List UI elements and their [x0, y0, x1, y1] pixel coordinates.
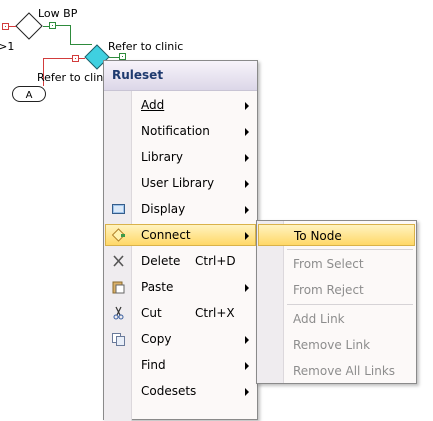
submenu-arrow-icon: [245, 232, 249, 240]
submenu-arrow-icon: [245, 362, 249, 370]
edge-label-refer-to-clinic: Refer to clinic: [37, 71, 113, 84]
copy-icon: [112, 333, 125, 346]
submenu-separator: [287, 304, 413, 305]
connector-line: [79, 58, 85, 59]
terminal-node-label: A: [25, 90, 33, 101]
submenu-item-from-select[interactable]: From Select: [258, 253, 415, 275]
menu-item-label: Cut: [141, 306, 162, 320]
submenu-item-label: Add Link: [293, 312, 345, 326]
submenu-item-label: Remove All Links: [293, 364, 396, 378]
node-label-refer-to-clinic: Refer to clinic: [108, 40, 184, 53]
select-port[interactable]: [119, 53, 126, 60]
menu-item-label: Delete: [141, 254, 181, 268]
reject-port[interactable]: [72, 55, 79, 62]
submenu-arrow-icon: [245, 284, 249, 292]
submenu-item-from-reject[interactable]: From Reject: [258, 279, 415, 301]
submenu-item-remove-link[interactable]: Remove Link: [258, 334, 415, 356]
submenu-item-remove-all-links[interactable]: Remove All Links: [258, 360, 415, 382]
menu-item-label: Library: [141, 150, 183, 164]
menu-item-add[interactable]: Add: [105, 94, 256, 116]
menu-item-user-library[interactable]: User Library: [105, 172, 256, 194]
node-label-low-bp: Low BP: [38, 7, 78, 20]
menu-item-delete[interactable]: Delete Ctrl+D: [105, 250, 256, 272]
submenu-arrow-icon: [245, 128, 249, 136]
submenu-item-label: To Node: [294, 229, 342, 243]
connector-line: [109, 57, 119, 58]
ruleset-context-menu[interactable]: Ruleset Add Notification Library User Li…: [103, 60, 258, 421]
edge-label-p-gt-1: P >1: [0, 40, 15, 53]
menu-item-label: Paste: [141, 280, 174, 294]
submenu-arrow-icon: [245, 388, 249, 396]
connect-submenu[interactable]: To Node From Select From Reject Add Link…: [256, 220, 417, 384]
menu-item-label: Display: [141, 202, 186, 216]
menu-item-shortcut: Ctrl+D: [195, 254, 236, 268]
menu-item-label: User Library: [141, 176, 215, 190]
menu-item-connect[interactable]: Connect: [105, 224, 256, 246]
terminal-node-a[interactable]: A: [12, 86, 46, 102]
submenu-item-label: From Select: [293, 257, 364, 271]
connect-icon: [111, 228, 126, 242]
submenu-separator: [287, 249, 413, 250]
menu-item-paste[interactable]: Paste: [105, 276, 256, 298]
connector-line: [43, 26, 49, 27]
connector-line: [8, 26, 16, 27]
submenu-arrow-icon: [245, 336, 249, 344]
menu-item-display[interactable]: Display: [105, 198, 256, 220]
submenu-arrow-icon: [245, 154, 249, 162]
menu-item-label: Codesets: [141, 384, 197, 398]
paste-icon: [112, 281, 125, 294]
menu-header-title: Ruleset: [112, 68, 164, 82]
connector-line: [43, 58, 73, 59]
menu-item-label: Connect: [141, 228, 191, 242]
menu-item-label: Copy: [141, 332, 172, 346]
menu-item-library[interactable]: Library: [105, 146, 256, 168]
connector-line: [56, 25, 70, 26]
submenu-arrow-icon: [245, 102, 249, 110]
menu-item-label: Find: [141, 358, 166, 372]
menu-item-codesets[interactable]: Codesets: [105, 380, 256, 402]
menu-header: Ruleset: [104, 61, 257, 91]
menu-item-shortcut: Ctrl+X: [195, 306, 235, 320]
select-port[interactable]: [49, 22, 56, 29]
menu-item-copy[interactable]: Copy: [105, 328, 256, 350]
submenu-arrow-icon: [245, 206, 249, 214]
submenu-item-add-link[interactable]: Add Link: [258, 308, 415, 330]
submenu-arrow-icon: [245, 180, 249, 188]
delete-x-icon: [113, 255, 124, 267]
submenu-item-to-node[interactable]: To Node: [258, 224, 415, 246]
submenu-item-label: From Reject: [293, 283, 364, 297]
menu-item-label: Notification: [141, 124, 210, 138]
menu-item-notification[interactable]: Notification: [105, 120, 256, 142]
menu-item-find[interactable]: Find: [105, 354, 256, 376]
submenu-item-label: Remove Link: [293, 338, 371, 352]
menu-item-label: Add: [141, 98, 165, 112]
scissors-icon: [113, 306, 124, 320]
menu-item-cut[interactable]: Cut Ctrl+X: [105, 302, 256, 324]
display-icon: [112, 204, 125, 214]
connector-line: [70, 25, 71, 45]
